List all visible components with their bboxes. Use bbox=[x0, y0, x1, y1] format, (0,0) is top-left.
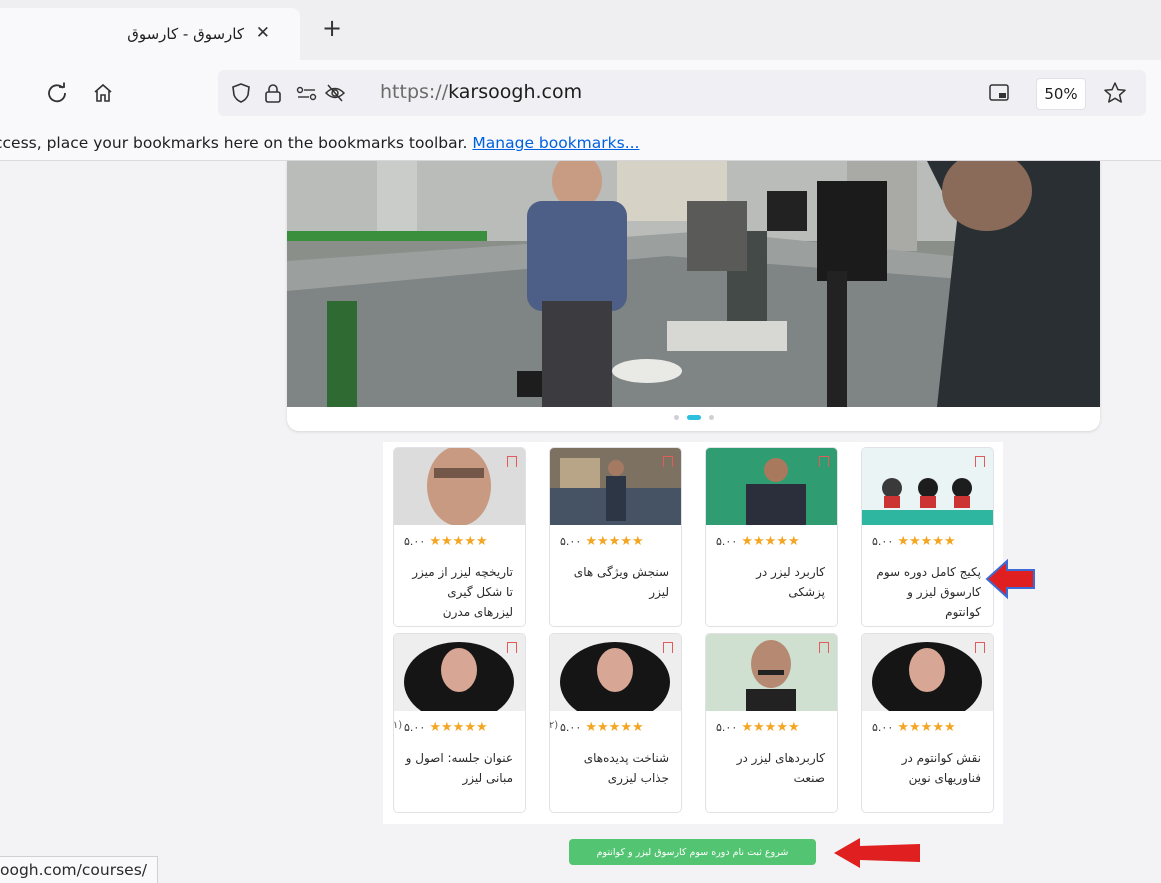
star-rating-icon: ★★★★★ bbox=[425, 720, 488, 735]
rating-score: ۵.۰۰ bbox=[404, 535, 426, 548]
course-card[interactable]: ۵.۰۰ ★★★★★ کاربرد لیزر در پزشکی bbox=[705, 447, 838, 627]
course-title[interactable]: سنجش ویژگی های لیزر bbox=[561, 562, 669, 602]
tab-title: کارسوق - کارسوق bbox=[127, 25, 244, 43]
browser-tab[interactable]: کارسوق - کارسوق ✕ bbox=[0, 8, 300, 60]
course-thumbnail[interactable] bbox=[862, 634, 993, 711]
star-rating-icon: ★★★★★ bbox=[893, 534, 956, 549]
bookmark-icon[interactable] bbox=[507, 456, 517, 467]
bookmark-icon[interactable] bbox=[663, 642, 673, 653]
tab-strip: کارسوق - کارسوق ✕ + bbox=[0, 0, 1161, 60]
course-thumbnail[interactable] bbox=[862, 448, 993, 525]
slider-dots bbox=[287, 412, 1100, 422]
rating-score: ۵.۰۰ bbox=[560, 721, 582, 734]
star-rating-icon: ★★★★★ bbox=[893, 720, 956, 735]
hero-slider[interactable] bbox=[287, 161, 1100, 431]
annotation-arrow-icon bbox=[834, 838, 920, 868]
course-title[interactable]: کاربرد لیزر در پزشکی bbox=[717, 562, 825, 602]
rating-score: ۵.۰۰ bbox=[404, 721, 426, 734]
slider-dot[interactable] bbox=[686, 414, 701, 420]
rating-row: ۵.۰۰ ★★★★★ bbox=[870, 534, 956, 549]
rating-score: ۵.۰۰ bbox=[560, 535, 582, 548]
close-icon[interactable]: ✕ bbox=[256, 23, 270, 43]
course-thumbnail[interactable] bbox=[394, 448, 525, 525]
rating-row: ۵.۰۰ ★★★★★ bbox=[558, 534, 644, 549]
course-card[interactable]: ۵.۰۰ ★★★★★ کاربردهای لیزر در صنعت bbox=[705, 633, 838, 813]
course-title[interactable]: شناخت پدیده‌های جذاب لیزری bbox=[561, 748, 669, 788]
bookmark-icon[interactable] bbox=[819, 642, 829, 653]
bookmark-star-icon[interactable] bbox=[1102, 80, 1128, 106]
bookmark-icon[interactable] bbox=[975, 642, 985, 653]
course-card[interactable]: ۵.۰۰ ★★★★★ پکیج کامل دوره سوم کارسوق لیزر… bbox=[861, 447, 994, 627]
rating-row: ۵.۰۰ ★★★★★ bbox=[870, 720, 956, 735]
course-grid: ۵.۰۰ ★★★★★ پکیج کامل دوره سوم کارسوق لیزر… bbox=[383, 442, 1003, 824]
url-scheme: https:// bbox=[380, 81, 449, 103]
reload-icon[interactable] bbox=[42, 78, 72, 108]
star-rating-icon: ★★★★★ bbox=[737, 720, 800, 735]
rating-score: ۵.۰۰ bbox=[716, 535, 738, 548]
page-viewport: ۵.۰۰ ★★★★★ پکیج کامل دوره سوم کارسوق لیزر… bbox=[0, 161, 1161, 882]
course-title[interactable]: تاریخچه لیزر از میزر تا شکل گیری لیزرهای… bbox=[405, 562, 513, 622]
rating-score: ۵.۰۰ bbox=[872, 535, 894, 548]
bookmark-icon[interactable] bbox=[975, 456, 985, 467]
lock-icon[interactable] bbox=[260, 80, 286, 106]
star-rating-icon: ★★★★★ bbox=[737, 534, 800, 549]
slider-dot[interactable] bbox=[708, 414, 714, 420]
course-title[interactable]: کاربردهای لیزر در صنعت bbox=[717, 748, 825, 788]
address-bar[interactable]: https://karsoogh.com 50% bbox=[218, 70, 1146, 116]
shield-icon[interactable] bbox=[228, 80, 254, 106]
rating-row: ۵.۰۰ ★★★★★ bbox=[714, 534, 800, 549]
course-title[interactable]: عنوان جلسه: اصول و مبانی لیزر bbox=[405, 748, 513, 788]
zoom-level-button[interactable]: 50% bbox=[1036, 78, 1086, 110]
bookmark-icon[interactable] bbox=[507, 642, 517, 653]
course-card[interactable]: (۲)۵.۰۰ ★★★★★ شناخت پدیده‌های جذاب لیزری bbox=[549, 633, 682, 813]
course-card[interactable]: (۱)۵.۰۰ ★★★★★ عنوان جلسه: اصول و مبانی لی… bbox=[393, 633, 526, 813]
home-icon[interactable] bbox=[88, 78, 118, 108]
course-card[interactable]: ۵.۰۰ ★★★★★ نقش کوانتوم در فناوریهای نوین bbox=[861, 633, 994, 813]
bookmarks-toolbar: ccess, place your bookmarks here on the … bbox=[0, 126, 1161, 161]
new-tab-button[interactable]: + bbox=[322, 16, 342, 40]
star-rating-icon: ★★★★★ bbox=[581, 720, 644, 735]
rating-count: (۲) bbox=[549, 720, 559, 731]
annotation-arrow-icon bbox=[985, 558, 1035, 600]
bookmark-icon[interactable] bbox=[819, 456, 829, 467]
rating-count: (۱) bbox=[393, 720, 403, 731]
course-card[interactable]: ۵.۰۰ ★★★★★ تاریخچه لیزر از میزر تا شکل گی… bbox=[393, 447, 526, 627]
rating-row: ۵.۰۰ ★★★★★ bbox=[402, 534, 488, 549]
navigation-toolbar: https://karsoogh.com 50% bbox=[0, 60, 1161, 126]
status-bar-url: oogh.com/courses/ bbox=[0, 856, 158, 883]
course-thumbnail[interactable] bbox=[706, 448, 837, 525]
course-card[interactable]: ۵.۰۰ ★★★★★ سنجش ویژگی های لیزر bbox=[549, 447, 682, 627]
star-rating-icon: ★★★★★ bbox=[425, 534, 488, 549]
slider-dot[interactable] bbox=[673, 414, 679, 420]
rating-row: ۵.۰۰ ★★★★★ bbox=[714, 720, 800, 735]
url-text[interactable]: https://karsoogh.com bbox=[380, 81, 582, 103]
rating-row: (۱)۵.۰۰ ★★★★★ bbox=[394, 720, 488, 735]
course-thumbnail[interactable] bbox=[394, 634, 525, 711]
course-thumbnail[interactable] bbox=[706, 634, 837, 711]
rating-row: (۲)۵.۰۰ ★★★★★ bbox=[550, 720, 644, 735]
register-button[interactable]: شروع ثبت نام دوره سوم کارسوق لیزر و کوان… bbox=[569, 839, 816, 865]
url-host: karsoogh.com bbox=[448, 81, 583, 103]
reader-view-icon[interactable] bbox=[986, 80, 1012, 106]
course-title[interactable]: نقش کوانتوم در فناوریهای نوین bbox=[873, 748, 981, 788]
rating-score: ۵.۰۰ bbox=[872, 721, 894, 734]
tracking-off-icon[interactable] bbox=[322, 80, 348, 106]
hero-image bbox=[287, 161, 1100, 407]
bookmarks-empty-message: ccess, place your bookmarks here on the … bbox=[0, 134, 473, 152]
course-thumbnail[interactable] bbox=[550, 448, 681, 525]
star-rating-icon: ★★★★★ bbox=[581, 534, 644, 549]
rating-score: ۵.۰۰ bbox=[716, 721, 738, 734]
manage-bookmarks-link[interactable]: Manage bookmarks... bbox=[472, 134, 639, 152]
course-title[interactable]: پکیج کامل دوره سوم کارسوق لیزر و کوانتوم bbox=[873, 562, 981, 622]
bookmark-icon[interactable] bbox=[663, 456, 673, 467]
permissions-icon[interactable] bbox=[294, 80, 320, 106]
course-thumbnail[interactable] bbox=[550, 634, 681, 711]
